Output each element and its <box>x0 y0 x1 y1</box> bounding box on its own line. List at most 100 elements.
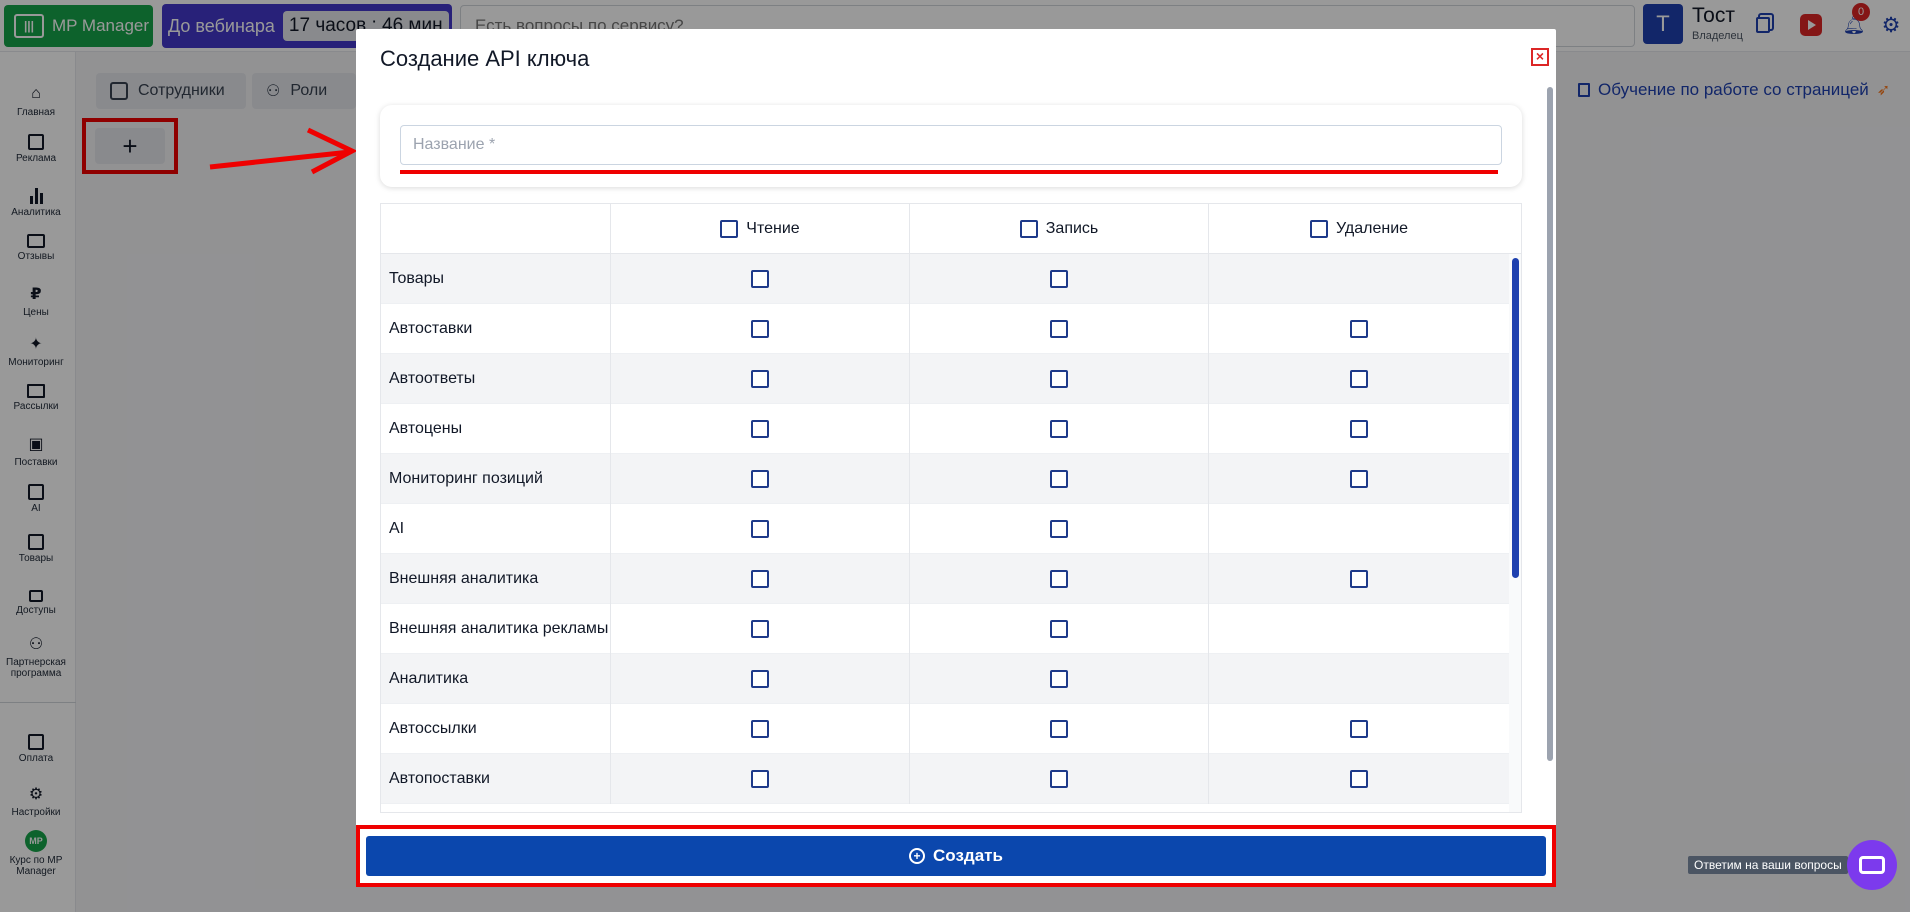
delete-checkbox[interactable] <box>1350 420 1368 438</box>
row-name: Внешняя аналитика <box>381 554 611 604</box>
write-checkbox[interactable] <box>1050 720 1068 738</box>
write-checkbox[interactable] <box>1050 620 1068 638</box>
permissions-table: Чтение Запись Удаление Товары Автоставки А… <box>380 203 1522 813</box>
write-checkbox[interactable] <box>1050 320 1068 338</box>
table-row: Аналитика <box>381 654 1521 704</box>
row-name: Внешняя аналитика рекламы <box>381 604 611 654</box>
delete-checkbox[interactable] <box>1350 370 1368 388</box>
row-name: Аналитика <box>381 654 611 704</box>
modal-scrollbar[interactable] <box>1547 87 1553 761</box>
cell-write <box>910 354 1209 404</box>
row-name: Автоставки <box>381 304 611 354</box>
read-checkbox[interactable] <box>751 670 769 688</box>
delete-checkbox[interactable] <box>1350 470 1368 488</box>
table-row: Внешняя аналитика рекламы <box>381 604 1521 654</box>
cell-delete <box>1209 304 1509 354</box>
cell-write <box>910 754 1209 804</box>
header-delete-label: Удаление <box>1335 220 1409 237</box>
cell-write <box>910 704 1209 754</box>
read-checkbox[interactable] <box>751 570 769 588</box>
table-body: Товары Автоставки Автоответы Автоцены Монито… <box>381 254 1521 812</box>
cell-write <box>910 404 1209 454</box>
header-write[interactable]: Запись <box>910 204 1209 254</box>
delete-checkbox[interactable] <box>1350 320 1368 338</box>
cell-write <box>910 654 1209 704</box>
row-name: Мониторинг позиций <box>381 454 611 504</box>
cell-read <box>611 604 910 654</box>
header-delete[interactable]: Удаление <box>1209 204 1509 254</box>
row-name: AI <box>381 504 611 554</box>
write-checkbox[interactable] <box>1050 570 1068 588</box>
write-checkbox[interactable] <box>1050 470 1068 488</box>
cell-delete <box>1209 704 1509 754</box>
cell-delete <box>1209 754 1509 804</box>
modal-title: Создание API ключа <box>380 46 590 71</box>
table-row: Товары <box>381 254 1521 304</box>
cell-read <box>611 304 910 354</box>
read-checkbox[interactable] <box>751 770 769 788</box>
write-all-checkbox[interactable] <box>1019 220 1038 238</box>
cell-read <box>611 254 910 304</box>
table-scrollbar[interactable] <box>1512 258 1519 578</box>
write-checkbox[interactable] <box>1050 670 1068 688</box>
delete-checkbox[interactable] <box>1350 720 1368 738</box>
table-row: Мониторинг позиций <box>381 454 1521 504</box>
close-button[interactable]: × <box>1531 48 1549 66</box>
table-row: Автоставки <box>381 304 1521 354</box>
read-checkbox[interactable] <box>751 370 769 388</box>
read-checkbox[interactable] <box>751 470 769 488</box>
cell-read <box>611 704 910 754</box>
cell-write <box>910 504 1209 554</box>
cell-read <box>611 654 910 704</box>
delete-all-checkbox[interactable] <box>1309 220 1328 238</box>
create-button[interactable]: + Создать <box>366 836 1546 876</box>
cell-read <box>611 354 910 404</box>
read-checkbox[interactable] <box>751 720 769 738</box>
header-write-label: Запись <box>1045 220 1099 237</box>
cell-delete <box>1209 404 1509 454</box>
create-button-highlight: + Создать <box>356 825 1556 887</box>
cell-delete <box>1209 554 1509 604</box>
read-checkbox[interactable] <box>751 420 769 438</box>
write-checkbox[interactable] <box>1050 420 1068 438</box>
write-checkbox[interactable] <box>1050 520 1068 538</box>
name-input-highlight <box>400 170 1498 174</box>
delete-checkbox[interactable] <box>1350 770 1368 788</box>
write-checkbox[interactable] <box>1050 370 1068 388</box>
read-checkbox[interactable] <box>751 270 769 288</box>
cell-delete <box>1209 504 1509 554</box>
table-row: AI <box>381 504 1521 554</box>
read-checkbox[interactable] <box>751 620 769 638</box>
table-row: Автоссылки <box>381 704 1521 754</box>
header-empty-cell <box>381 204 611 254</box>
cell-write <box>910 254 1209 304</box>
cell-read <box>611 754 910 804</box>
cell-delete <box>1209 654 1509 704</box>
cell-read <box>611 404 910 454</box>
read-checkbox[interactable] <box>751 320 769 338</box>
table-row: Автоответы <box>381 354 1521 404</box>
cell-read <box>611 504 910 554</box>
cell-delete <box>1209 604 1509 654</box>
write-checkbox[interactable] <box>1050 270 1068 288</box>
cell-read <box>611 454 910 504</box>
delete-checkbox[interactable] <box>1350 570 1368 588</box>
row-name: Товары <box>381 254 611 304</box>
header-read-label: Чтение <box>746 220 800 237</box>
table-row: Автопоставки <box>381 754 1521 804</box>
table-header: Чтение Запись Удаление <box>381 204 1521 254</box>
write-checkbox[interactable] <box>1050 770 1068 788</box>
table-row: Внешняя аналитика <box>381 554 1521 604</box>
cell-write <box>910 304 1209 354</box>
create-button-label: Создать <box>933 846 1003 865</box>
cell-read <box>611 554 910 604</box>
row-name: Автоцены <box>381 404 611 454</box>
name-input[interactable] <box>400 125 1502 165</box>
name-card <box>380 105 1522 187</box>
read-all-checkbox[interactable] <box>720 220 739 238</box>
read-checkbox[interactable] <box>751 520 769 538</box>
cell-write <box>910 554 1209 604</box>
plus-circle-icon: + <box>909 848 926 864</box>
header-read[interactable]: Чтение <box>611 204 910 254</box>
cell-write <box>910 454 1209 504</box>
